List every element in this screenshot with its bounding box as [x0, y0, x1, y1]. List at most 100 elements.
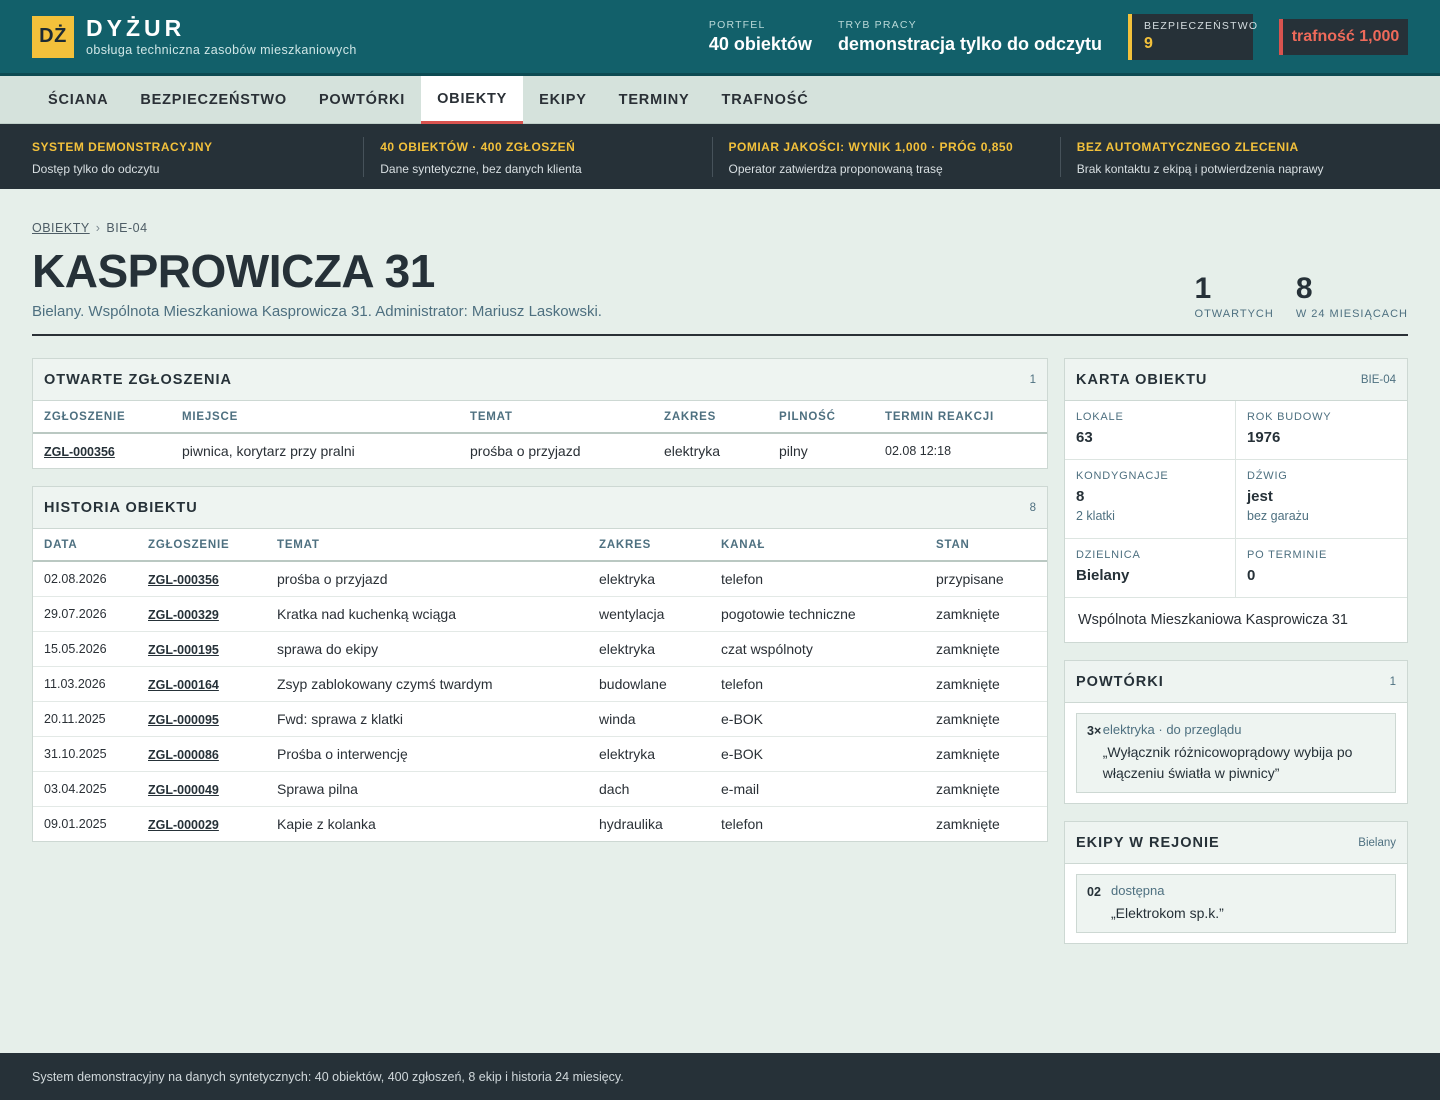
repeat-item[interactable]: 3× elektryka · do przeglądu „Wyłącznik r…: [1076, 713, 1396, 793]
card-cell-kondygnacje: KONDYGNACJE 8 2 klatki: [1065, 460, 1236, 539]
cell-label: KONDYGNACJE: [1076, 470, 1169, 482]
strip-item: POMIAR JAKOŚCI: WYNIK 1,000 · PRÓG 0,850…: [711, 136, 1060, 177]
repeats-panel: POWTÓRKI 1 3× elektryka · do przeglądu „…: [1064, 660, 1408, 804]
crew-name: „Elektrokom sp.k.”: [1111, 905, 1224, 921]
table-row: ZGL-000356 piwnica, korytarz przy pralni…: [33, 433, 1047, 468]
history-table: DATA ZGŁOSZENIE TEMAT ZAKRES KANAŁ STAN …: [33, 529, 1047, 841]
ticket-link[interactable]: ZGL-000095: [148, 713, 219, 727]
cell-scope: elektryka: [588, 631, 710, 667]
table-row: 20.11.2025 ZGL-000095 Fwd: sprawa z klatki…: [33, 701, 1047, 737]
cell-sub: bez garażu: [1247, 509, 1309, 523]
ticket-link[interactable]: ZGL-000164: [148, 678, 219, 692]
ticket-link[interactable]: ZGL-000029: [148, 818, 219, 832]
cell-date: 03.04.2025: [33, 771, 137, 807]
strip-desc: Operator zatwierdza proponowaną trasę: [728, 161, 943, 176]
repeat-text: „Wyłącznik różnicowoprądowy wybija po wł…: [1102, 744, 1353, 781]
column-header: DATA: [33, 529, 137, 562]
panel-title: KARTA OBIEKTU: [1076, 371, 1208, 388]
cell-state: zamknięte: [925, 666, 1047, 702]
column-header: ZAKRES: [588, 529, 710, 562]
card-cell-lokale: LOKALE 63: [1065, 401, 1236, 460]
cell-scope: elektryka: [588, 561, 710, 597]
cell-channel: pogotowie techniczne: [710, 596, 925, 632]
cell-value: 1976: [1247, 429, 1281, 446]
open-tickets-panel: OTWARTE ZGŁOSZENIA 1 ZGŁOSZENIE MIEJSCE …: [32, 358, 1048, 469]
ticket-link[interactable]: ZGL-000329: [148, 608, 219, 622]
table-row: 03.04.2025 ZGL-000049 Sprawa pilna dach e-ma…: [33, 771, 1047, 807]
card-cell-dzielnica: DZIELNICA Bielany: [1065, 539, 1236, 598]
ticket-link[interactable]: ZGL-000356: [148, 573, 219, 587]
tab-ekipy[interactable]: EKIPY: [523, 76, 603, 124]
column-header: TEMAT: [266, 529, 588, 562]
cell-topic: Kapie z kolanka: [277, 815, 376, 832]
community-name: Wspólnota Mieszkaniowa Kasprowicza 31: [1078, 612, 1348, 628]
column-header: ZAKRES: [653, 401, 768, 434]
cell-date: 09.01.2025: [44, 816, 107, 831]
tab-terminy[interactable]: TERMINY: [603, 76, 706, 124]
panel-title: HISTORIA OBIEKTU: [44, 499, 198, 516]
cell-scope: wentylacja: [588, 596, 710, 632]
cell-date: 20.11.2025: [33, 701, 137, 737]
strip-desc: Dostęp tylko do odczytu: [32, 161, 160, 176]
cell-channel: e-BOK: [710, 736, 925, 772]
counter-value: 1: [1194, 272, 1212, 305]
cell-scope: hydraulika: [599, 815, 663, 832]
cell-ticket: ZGL-000195: [137, 631, 266, 667]
tab-powtorki[interactable]: POWTÓRKI: [303, 76, 421, 124]
cell-value: Bielany: [1076, 567, 1130, 584]
panel-title: POWTÓRKI: [1076, 673, 1164, 690]
crew-status: dostępna: [1111, 883, 1165, 898]
cell-channel: e-mail: [710, 771, 925, 807]
repeat-count: 3×: [1087, 724, 1102, 738]
tab-sciana[interactable]: ŚCIANA: [32, 76, 124, 124]
breadcrumb-root-link[interactable]: OBIEKTY: [32, 221, 90, 235]
panel-count: 8: [1029, 501, 1036, 514]
cell-date: 02.08.2026: [33, 561, 137, 597]
brand: DYŻUR obsługa techniczna zasobów mieszka…: [86, 16, 357, 57]
counter-24-months: 8 W 24 MIESIĄCACH: [1295, 272, 1408, 321]
cell-label: DZIELNICA: [1076, 549, 1141, 561]
cell-scope: elektryka: [588, 736, 710, 772]
cell-state: zamknięte: [936, 815, 1000, 832]
strip-title: SYSTEM DEMONSTRACYJNY: [32, 139, 213, 154]
cell-scope: elektryka: [664, 443, 721, 459]
cell-scope: winda: [588, 701, 710, 737]
cell-value: jest: [1247, 488, 1273, 505]
column-header: ZGŁOSZENIE: [33, 401, 171, 434]
strip-title: 40 OBIEKTÓW · 400 ZGŁOSZEŃ: [380, 139, 576, 154]
cell-scope: dach: [588, 771, 710, 807]
strip-item: 40 OBIEKTÓW · 400 ZGŁOSZEŃ Dane syntetyc…: [363, 136, 711, 177]
counter-open: 1 OTWARTYCH: [1194, 272, 1274, 321]
card-cell-dzwig: DŹWIG jest bez garażu: [1236, 460, 1407, 539]
card-cell-rok-budowy: ROK BUDOWY 1976: [1236, 401, 1407, 460]
counter-label: OTWARTYCH: [1194, 308, 1274, 320]
brand-subtitle: obsługa techniczna zasobów mieszkaniowyc…: [86, 43, 357, 57]
crew-item[interactable]: 02 dostępna „Elektrokom sp.k.”: [1076, 874, 1396, 933]
column-header: TEMAT: [459, 401, 653, 434]
tab-bezpieczenstwo[interactable]: BEZPIECZEŃSTWO: [124, 76, 303, 124]
cell-value: 63: [1076, 429, 1093, 446]
counter-label: W 24 MIESIĄCACH: [1295, 308, 1408, 320]
safety-label: BEZPIECZEŃSTWO: [1144, 19, 1259, 32]
safety-badge[interactable]: BEZPIECZEŃSTWO 9: [1128, 13, 1259, 60]
strip-title: POMIAR JAKOŚCI: WYNIK 1,000 · PRÓG 0,850: [728, 139, 1014, 154]
ticket-link[interactable]: ZGL-000049: [148, 783, 219, 797]
tab-obiekty[interactable]: OBIEKTY: [421, 76, 524, 124]
safety-value: 9: [1144, 34, 1153, 52]
cell-value: 8: [1076, 488, 1085, 505]
cell-value: 0: [1247, 567, 1256, 584]
cell-channel: czat wspólnoty: [710, 631, 925, 667]
accuracy-badge[interactable]: trafność 1,000: [1279, 18, 1408, 55]
cell-state: zamknięte: [925, 596, 1047, 632]
crews-panel: EKIPY W REJONIE Bielany 02 dostępna „Ele…: [1064, 821, 1408, 944]
page-subtitle: Bielany. Wspólnota Mieszkaniowa Kasprowi…: [32, 303, 602, 320]
ticket-link[interactable]: ZGL-000195: [148, 643, 219, 657]
counter-value: 8: [1295, 272, 1313, 305]
panel-title: EKIPY W REJONIE: [1076, 834, 1220, 851]
ticket-link[interactable]: ZGL-000086: [148, 748, 219, 762]
tab-trafnosc[interactable]: TRAFNOŚĆ: [706, 76, 825, 124]
ticket-link[interactable]: ZGL-000356: [44, 445, 115, 459]
cell-state: zamknięte: [925, 701, 1047, 737]
column-header: MIEJSCE: [171, 401, 459, 434]
cell-channel: telefon: [710, 666, 925, 702]
